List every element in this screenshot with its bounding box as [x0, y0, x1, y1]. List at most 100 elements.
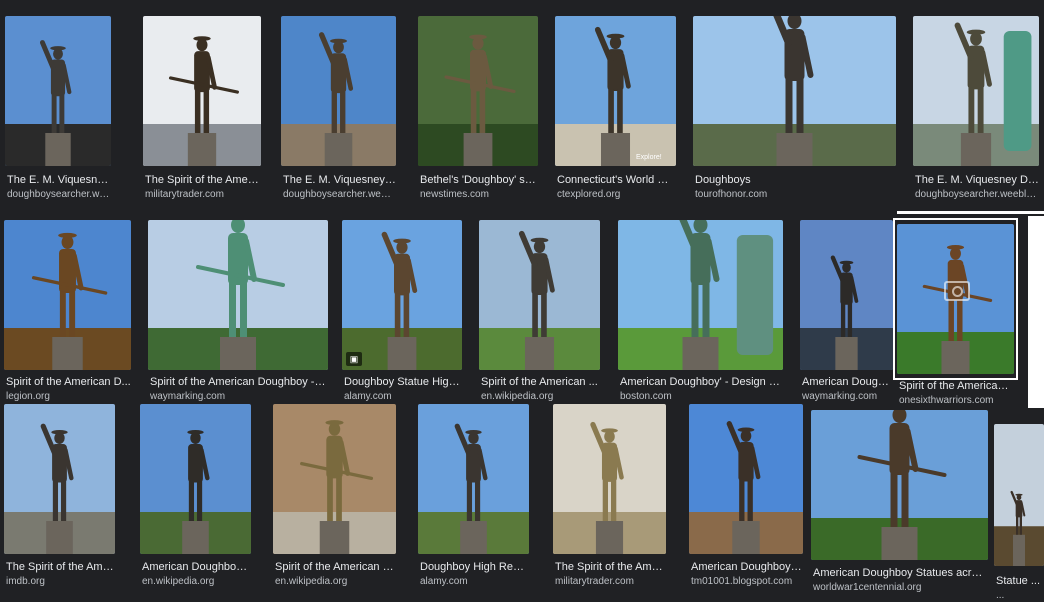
result-title[interactable]: Statue ...: [996, 575, 1044, 588]
result-source[interactable]: en.wikipedia.org: [481, 391, 600, 403]
result-thumbnail[interactable]: [5, 16, 111, 166]
preview-panel-edge: [897, 211, 1044, 214]
result-tile[interactable]: Spirit of the American ... en.wikipedia.o…: [479, 220, 600, 404]
result-tile[interactable]: The Spirit of the Ameri... imdb.org: [4, 404, 115, 589]
result-thumbnail[interactable]: [273, 404, 396, 554]
result-title[interactable]: American Doughboy - B...: [691, 561, 803, 574]
result-thumbnail[interactable]: [693, 16, 896, 166]
result-tile[interactable]: American Doughboy' - Design Ne... boston.…: [618, 220, 783, 404]
result-thumbnail[interactable]: [418, 404, 529, 554]
result-title[interactable]: Spirit of the American ...: [899, 380, 1014, 393]
result-source[interactable]: waymarking.com: [802, 391, 893, 403]
result-title[interactable]: Spirit of the American Doughboy - N...: [150, 376, 328, 389]
result-tile[interactable]: American Doughboy ... waymarking.com: [800, 220, 893, 404]
result-thumbnail[interactable]: [618, 220, 783, 370]
result-title[interactable]: American Doughboy ...: [802, 376, 893, 389]
preview-panel-edge: [1028, 216, 1044, 408]
result-source[interactable]: imdb.org: [6, 576, 115, 588]
result-source[interactable]: militarytrader.com: [145, 189, 261, 201]
thumbnail-image: [418, 404, 529, 554]
result-source[interactable]: onesixthwarriors.com: [899, 395, 1014, 407]
result-thumbnail[interactable]: [479, 220, 600, 370]
result-thumbnail[interactable]: [148, 220, 328, 370]
thumbnail-image: [143, 16, 261, 166]
result-thumbnail[interactable]: [4, 220, 131, 370]
result-source[interactable]: militarytrader.com: [555, 576, 666, 588]
result-tile[interactable]: Doughboy High Resolu... alamy.com: [418, 404, 529, 589]
result-source[interactable]: legion.org: [6, 391, 131, 403]
thumbnail-image: [479, 220, 600, 370]
result-source[interactable]: tm01001.blogspot.com: [691, 576, 803, 588]
result-tile[interactable]: Spirit of the American Doughboy - N... wa…: [148, 220, 328, 404]
thumbnail-image: [342, 220, 462, 370]
result-title[interactable]: The Spirit of the Ameri...: [6, 561, 115, 574]
result-source[interactable]: doughboysearcher.weebl...: [283, 189, 396, 201]
result-tile[interactable]: The Spirit of the Ameri... militarytrader…: [553, 404, 666, 589]
result-title[interactable]: The E. M. Viquesney Dou...: [915, 174, 1039, 187]
result-tile[interactable]: American Doughboy - B... tm01001.blogspot…: [689, 404, 803, 589]
result-tile[interactable]: American Doughboy Statues across... world…: [811, 410, 988, 594]
result-source[interactable]: worldwar1centennial.org: [813, 582, 988, 594]
thumbnail-image: [689, 404, 803, 554]
result-tile[interactable]: Explore! Connecticut's World Wa... ctexplo…: [555, 16, 676, 202]
result-tile[interactable]: Doughboys tourofhonor.com: [693, 16, 896, 202]
result-tile[interactable]: The E. M. Viquesney D... doughboysearcher…: [5, 16, 111, 202]
result-thumbnail[interactable]: [143, 16, 261, 166]
result-thumbnail[interactable]: [689, 404, 803, 554]
result-tile[interactable]: Spirit of the American D... en.wikipedia.…: [273, 404, 396, 589]
result-tile[interactable]: Spirit of the American D... legion.org: [4, 220, 131, 404]
gallery-icon: ▣: [346, 352, 362, 366]
result-thumbnail[interactable]: [994, 424, 1044, 566]
result-thumbnail[interactable]: [140, 404, 251, 554]
result-title[interactable]: American Doughboy Br...: [142, 561, 251, 574]
result-title[interactable]: Doughboy High Resolu...: [420, 561, 529, 574]
thumbnail-image: [281, 16, 396, 166]
result-thumbnail[interactable]: [811, 410, 988, 560]
result-title[interactable]: Spirit of the American D...: [275, 561, 396, 574]
result-title[interactable]: American Doughboy Statues across...: [813, 567, 988, 580]
result-source[interactable]: ...: [996, 590, 1044, 602]
result-title[interactable]: Bethel's 'Doughboy' sta...: [420, 174, 538, 187]
result-tile[interactable]: The E. M. Viquesney D... doughboysearcher…: [281, 16, 396, 202]
result-title[interactable]: American Doughboy' - Design Ne...: [620, 376, 783, 389]
result-title[interactable]: Doughboy Statue High ...: [344, 376, 462, 389]
thumbnail-image: [994, 424, 1044, 566]
result-title[interactable]: Connecticut's World Wa...: [557, 174, 676, 187]
result-thumbnail[interactable]: [913, 16, 1039, 166]
result-title[interactable]: The E. M. Viquesney D...: [283, 174, 396, 187]
result-thumbnail[interactable]: [800, 220, 893, 370]
result-source[interactable]: doughboysearcher.weebl...: [7, 189, 111, 201]
result-tile[interactable]: ▣ Doughboy Statue High ... alamy.com: [342, 220, 462, 404]
result-source[interactable]: ctexplored.org: [557, 189, 676, 201]
result-source[interactable]: alamy.com: [420, 576, 529, 588]
result-tile[interactable]: The E. M. Viquesney Dou... doughboysearch…: [913, 16, 1039, 202]
result-source[interactable]: waymarking.com: [150, 391, 328, 403]
result-tile[interactable]: American Doughboy Br... en.wikipedia.org: [140, 404, 251, 589]
thumbnail-image: [913, 16, 1039, 166]
thumbnail-image: [555, 16, 676, 166]
explore-label: Explore!: [636, 154, 662, 161]
result-title[interactable]: The Spirit of the Ameri...: [555, 561, 666, 574]
result-thumbnail[interactable]: [418, 16, 538, 166]
result-source[interactable]: en.wikipedia.org: [275, 576, 396, 588]
result-thumbnail[interactable]: [553, 404, 666, 554]
result-source[interactable]: newstimes.com: [420, 189, 538, 201]
result-tile[interactable]: The Spirit of the Ameri... militarytrader…: [143, 16, 261, 202]
result-title[interactable]: Doughboys: [695, 174, 896, 187]
result-thumbnail[interactable]: [281, 16, 396, 166]
result-title[interactable]: Spirit of the American ...: [481, 376, 600, 389]
result-source[interactable]: tourofhonor.com: [695, 189, 896, 201]
result-source[interactable]: en.wikipedia.org: [142, 576, 251, 588]
result-thumbnail[interactable]: [342, 220, 462, 370]
result-tile[interactable]: Statue ......: [994, 424, 1044, 601]
result-title[interactable]: Spirit of the American D...: [6, 376, 131, 389]
result-thumbnail[interactable]: [555, 16, 676, 166]
thumbnail-image: [5, 16, 111, 166]
result-source[interactable]: doughboysearcher.weebly....: [915, 189, 1039, 201]
result-source[interactable]: boston.com: [620, 391, 783, 403]
result-thumbnail[interactable]: [4, 404, 115, 554]
result-title[interactable]: The E. M. Viquesney D...: [7, 174, 111, 187]
result-tile[interactable]: Bethel's 'Doughboy' sta... newstimes.com: [418, 16, 538, 202]
result-source[interactable]: alamy.com: [344, 391, 462, 403]
result-title[interactable]: The Spirit of the Ameri...: [145, 174, 261, 187]
